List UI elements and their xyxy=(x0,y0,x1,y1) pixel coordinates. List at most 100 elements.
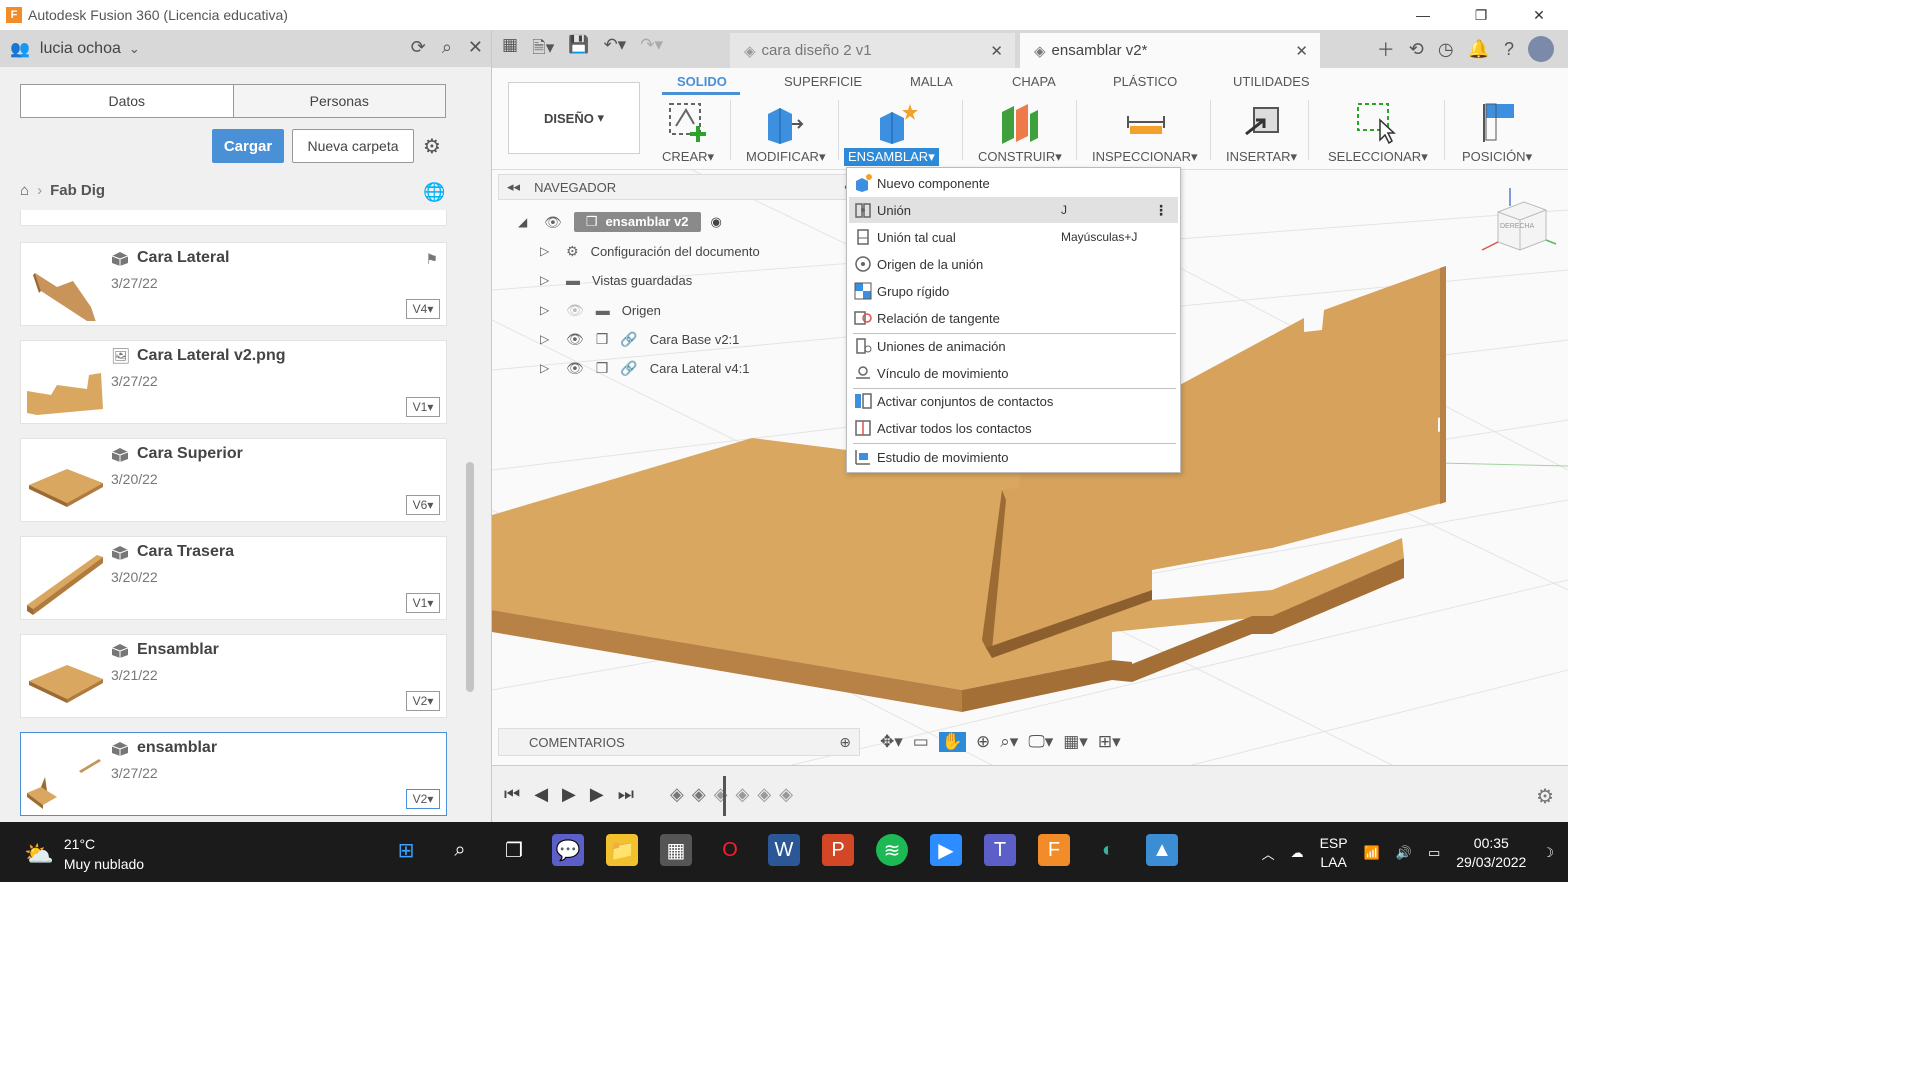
menu-item-new-component[interactable]: Nuevo componente xyxy=(849,170,1178,196)
expand-triangle-icon[interactable]: ▷ xyxy=(540,303,554,317)
tree-item[interactable]: ▷ 👁 ❒ 🔗 Cara Lateral v4:1 xyxy=(540,356,750,380)
list-item[interactable]: Cara Superior 3/20/22 V6 ▾ xyxy=(20,438,447,522)
expand-triangle-icon[interactable]: ▷ xyxy=(540,244,554,258)
step-back-icon[interactable]: ◀ xyxy=(534,784,548,805)
go-to-start-icon[interactable]: ⏮ xyxy=(504,784,520,805)
notifications-icon[interactable]: 🔔 xyxy=(1468,39,1490,60)
version-dropdown[interactable]: V2 ▾ xyxy=(406,789,440,809)
timeline-step-icon[interactable]: ◈ xyxy=(736,784,750,805)
new-folder-button[interactable]: Nueva carpeta xyxy=(292,129,414,163)
list-item-selected[interactable]: ensamblar 3/27/22 V2 ▾ xyxy=(20,732,447,816)
position-group[interactable]: POSICIÓN▾ xyxy=(1458,96,1554,168)
eye-icon[interactable]: 👁 xyxy=(566,360,584,377)
viewports-icon[interactable]: ⊞▾ xyxy=(1098,732,1121,752)
photos-icon[interactable]: ▲ xyxy=(1146,834,1178,866)
job-status-icon[interactable]: ◷ xyxy=(1438,39,1454,60)
minimize-icon[interactable]: — xyxy=(1394,0,1452,30)
zoom-icon[interactable]: ⊕ xyxy=(976,732,990,752)
more-options-icon[interactable]: ⋮ xyxy=(1154,202,1168,219)
tab-cara-diseno[interactable]: ◈ cara diseño 2 v1 ✕ xyxy=(730,33,1015,68)
chevron-down-icon[interactable]: ⌄ xyxy=(129,41,140,57)
step-forward-icon[interactable]: ▶ xyxy=(590,784,604,805)
timeline-step-icon[interactable]: ◈ xyxy=(779,784,793,805)
tab-plastico[interactable]: PLÁSTICO xyxy=(1113,74,1177,89)
version-dropdown[interactable]: V1 ▾ xyxy=(406,397,440,417)
eye-icon[interactable]: 👁 xyxy=(566,331,584,348)
upload-button[interactable]: Cargar xyxy=(212,129,284,163)
new-tab-icon[interactable]: ＋ xyxy=(1377,36,1395,62)
tab-chapa[interactable]: CHAPA xyxy=(1012,74,1056,89)
add-comment-icon[interactable]: ⊕ xyxy=(839,734,851,751)
redo-icon[interactable]: ↷▾ xyxy=(640,35,663,64)
play-icon[interactable]: ▶ xyxy=(562,784,576,805)
undo-icon[interactable]: ↶▾ xyxy=(603,35,626,64)
item-name[interactable]: Cara Trasera xyxy=(137,543,234,561)
powerpoint-icon[interactable]: P xyxy=(822,834,854,866)
construct-group[interactable]: CONSTRUIR▾ xyxy=(972,96,1072,168)
display-settings-icon[interactable]: 🖵▾ xyxy=(1028,732,1053,752)
file-icon[interactable]: 🗎▾ xyxy=(532,35,554,64)
modify-group[interactable]: MODIFICAR▾ xyxy=(742,96,832,168)
collapse-triangle-icon[interactable]: ◢ xyxy=(518,215,532,229)
view-cube[interactable]: DERECHA xyxy=(1478,184,1558,264)
tab-datos[interactable]: Datos xyxy=(21,85,233,117)
tray-chevron-icon[interactable]: ︿ xyxy=(1262,844,1275,863)
close-tab-icon[interactable]: ✕ xyxy=(1295,42,1308,60)
tab-solido[interactable]: SOLIDO xyxy=(677,74,727,89)
tree-item[interactable]: ▷ ⚙ Configuración del documento xyxy=(540,239,760,263)
save-icon[interactable]: 💾 xyxy=(568,35,589,64)
help-icon[interactable]: ? xyxy=(1504,39,1514,60)
tree-item[interactable]: ▷ ▬ Vistas guardadas xyxy=(540,268,692,292)
close-icon[interactable]: ✕ xyxy=(1510,0,1568,30)
go-to-end-icon[interactable]: ⏭ xyxy=(618,784,634,805)
menu-item-drive-joints[interactable]: Uniones de animación xyxy=(849,333,1178,359)
spotify-icon[interactable]: ≋ xyxy=(876,834,908,866)
onedrive-icon[interactable]: ☁ xyxy=(1291,845,1304,861)
zoom-app-icon[interactable]: ▶ xyxy=(930,834,962,866)
close-tab-icon[interactable]: ✕ xyxy=(990,42,1003,60)
eye-hidden-icon[interactable]: 👁 xyxy=(566,302,584,319)
calculator-icon[interactable]: ▦ xyxy=(660,834,692,866)
menu-item-enable-contact-sets[interactable]: Activar conjuntos de contactos xyxy=(849,388,1178,414)
tree-item[interactable]: ▷ 👁 ❒ 🔗 Cara Base v2:1 xyxy=(540,327,739,351)
data-panel-scrollbar[interactable] xyxy=(466,462,474,692)
insert-group[interactable]: INSERTAR▾ xyxy=(1222,96,1304,168)
item-name[interactable]: Cara Lateral xyxy=(137,249,230,267)
menu-item-rigid-group[interactable]: Grupo rígido xyxy=(849,278,1178,304)
flag-icon[interactable]: ⚑ xyxy=(425,251,438,268)
tree-root-label[interactable]: ❒ ensamblar v2 xyxy=(573,212,701,232)
assemble-group[interactable]: ENSAMBLAR▾ xyxy=(844,96,956,168)
select-group[interactable]: SELECCIONAR▾ xyxy=(1324,96,1434,168)
fit-icon[interactable]: ⌕▾ xyxy=(1000,732,1018,752)
navigator-header[interactable]: ◂◂ NAVEGADOR ● xyxy=(498,174,850,200)
item-name[interactable]: Cara Superior xyxy=(137,445,243,463)
menu-item-tangent-relationship[interactable]: Relación de tangente xyxy=(849,305,1178,331)
grid-settings-icon[interactable]: ▦▾ xyxy=(1063,732,1088,752)
clock[interactable]: 00:35 29/03/2022 xyxy=(1456,834,1526,872)
search-icon[interactable]: ⌕ xyxy=(442,37,452,58)
list-item[interactable]: Ensamblar 3/21/22 V2 ▾ xyxy=(20,634,447,718)
user-name[interactable]: lucia ochoa xyxy=(40,40,121,58)
file-explorer-icon[interactable]: 📁 xyxy=(606,834,638,866)
language-indicator[interactable]: ESP LAA xyxy=(1320,834,1348,872)
inspect-group[interactable]: INSPECCIONAR▾ xyxy=(1088,96,1198,168)
home-icon[interactable]: ⌂ xyxy=(20,182,29,199)
globe-icon[interactable]: 🌐 xyxy=(423,182,445,203)
tab-ensamblar[interactable]: ◈ ensamblar v2* ✕ xyxy=(1020,33,1320,68)
timeline-step-icon[interactable]: ◈ xyxy=(670,784,684,805)
collapse-icon[interactable]: ◂◂ xyxy=(507,179,520,195)
expand-triangle-icon[interactable]: ▷ xyxy=(540,332,554,346)
tab-utilidades[interactable]: UTILIDADES xyxy=(1233,74,1310,89)
item-name[interactable]: Ensamblar xyxy=(137,641,219,659)
breadcrumb-folder[interactable]: Fab Dig xyxy=(50,182,105,199)
weather-widget[interactable]: ⛅ 21°C Muy nublado xyxy=(24,834,144,874)
avatar[interactable] xyxy=(1528,36,1554,62)
extensions-icon[interactable]: ⟲ xyxy=(1409,39,1424,60)
menu-item-as-built-joint[interactable]: Unión tal cual Mayúsculas+J xyxy=(849,224,1178,250)
version-dropdown[interactable]: V2 ▾ xyxy=(406,691,440,711)
timeline-step-icon[interactable]: ◈ xyxy=(757,784,771,805)
task-view-icon[interactable]: ❐ xyxy=(498,834,530,866)
item-name[interactable]: Cara Lateral v2.png xyxy=(137,347,286,365)
wifi-icon[interactable]: 📶 xyxy=(1364,845,1380,861)
edge-icon[interactable]: ◐ xyxy=(1092,834,1124,866)
